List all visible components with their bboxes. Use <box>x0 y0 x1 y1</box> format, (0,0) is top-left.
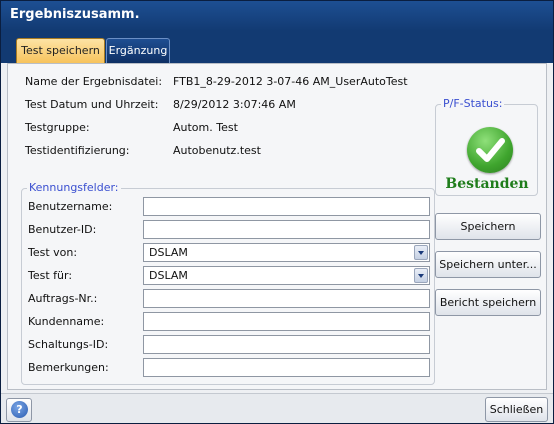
test-from-value: DSLAM <box>149 246 188 259</box>
pf-status-legend: P/F-Status: <box>441 97 505 110</box>
tab-content-panel: Name der Ergebnisdatei: FTB1_8-29-2012 3… <box>7 63 547 390</box>
save-as-button[interactable]: Speichern unter... <box>435 251 541 278</box>
pf-status-result: Bestanden <box>445 176 529 192</box>
save-button[interactable]: Speichern <box>435 213 541 240</box>
bottom-bar: ? Schließen <box>1 393 553 423</box>
user-id-field[interactable] <box>143 220 430 239</box>
test-datetime-value: 8/29/2012 3:07:46 AM <box>173 98 296 111</box>
username-field[interactable] <box>143 197 430 216</box>
result-file-name-label: Name der Ergebnisdatei: <box>25 75 163 88</box>
customer-name-label: Kundenname: <box>28 315 105 328</box>
test-for-label: Test für: <box>28 269 73 282</box>
tab-ergaenzung[interactable]: Ergänzung <box>106 38 170 63</box>
test-id-label: Testidentifizierung: <box>25 144 130 157</box>
test-from-label: Test von: <box>28 246 78 259</box>
test-from-select[interactable]: DSLAM <box>143 243 430 262</box>
chevron-down-icon[interactable] <box>414 245 428 260</box>
comments-label: Bemerkungen: <box>28 361 109 374</box>
test-id-value: Autobenutz.test <box>173 144 261 157</box>
test-group-label: Testgruppe: <box>25 121 90 134</box>
user-id-label: Benutzer-ID: <box>28 223 97 236</box>
chevron-down-icon[interactable] <box>414 268 428 283</box>
customer-name-field[interactable] <box>143 312 430 331</box>
username-label: Benutzername: <box>28 200 113 213</box>
result-file-name-value: FTB1_8-29-2012 3-07-46 AM_UserAutoTest <box>173 75 408 88</box>
close-button[interactable]: Schließen <box>485 397 548 422</box>
comments-field[interactable] <box>143 358 430 377</box>
tab-test-speichern[interactable]: Test speichern <box>16 38 105 63</box>
test-datetime-label: Test Datum und Uhrzeit: <box>25 98 159 111</box>
circuit-id-label: Schaltungs-ID: <box>28 338 109 351</box>
order-number-label: Auftrags-Nr.: <box>28 292 98 305</box>
test-group-value: Autom. Test <box>173 121 238 134</box>
results-summary-window: Ergebniszusamm. Test speichern Ergänzung… <box>0 0 554 424</box>
id-fields-group <box>21 188 435 385</box>
checkmark-icon <box>467 127 513 173</box>
save-report-button[interactable]: Bericht speichern <box>435 289 541 316</box>
help-icon: ? <box>11 401 28 418</box>
circuit-id-field[interactable] <box>143 335 430 354</box>
id-fields-legend: Kennungsfelder: <box>27 181 121 194</box>
test-for-select[interactable]: DSLAM <box>143 266 430 285</box>
help-button[interactable]: ? <box>6 398 32 422</box>
test-for-value: DSLAM <box>149 269 188 282</box>
order-number-field[interactable] <box>143 289 430 308</box>
window-title: Ergebniszusamm. <box>1 1 553 31</box>
tab-strip: Test speichern Ergänzung <box>1 31 553 63</box>
